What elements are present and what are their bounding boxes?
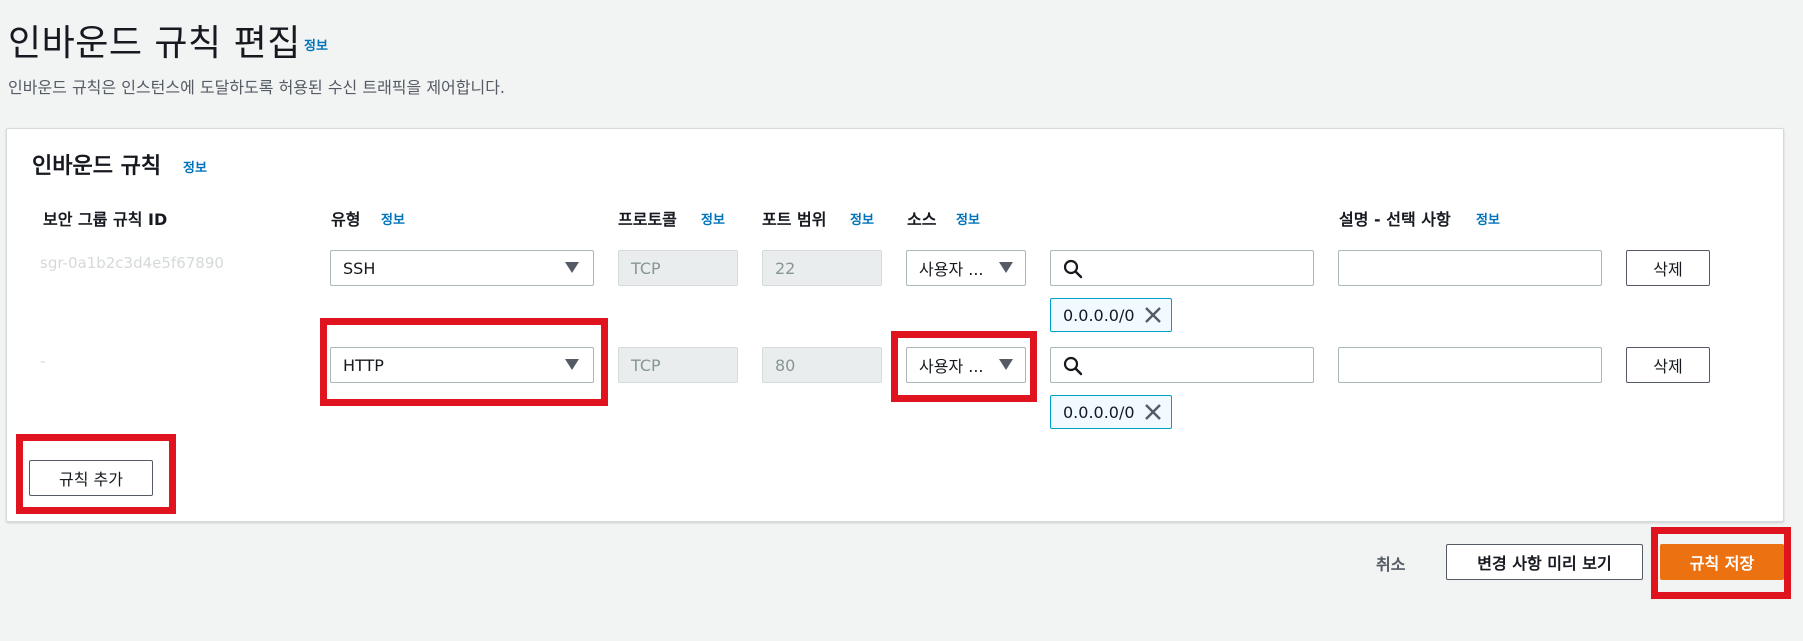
source-select-2[interactable]: 사용자 ... (906, 347, 1026, 383)
column-header-rule-id: 보안 그룹 규칙 ID (43, 210, 168, 229)
description-input-2[interactable] (1338, 347, 1602, 383)
type-select-1[interactable]: SSH (330, 250, 594, 286)
port-info-link[interactable]: 정보 (850, 209, 874, 228)
caret-down-icon (565, 262, 579, 273)
search-icon (1063, 259, 1083, 279)
source-select-value: 사용자 ... (919, 357, 984, 376)
close-icon[interactable] (1143, 402, 1163, 422)
caret-down-icon (999, 262, 1013, 273)
type-info-link[interactable]: 정보 (381, 209, 405, 228)
cidr-token-1: 0.0.0.0/0 (1050, 298, 1172, 332)
column-header-source: 소스 (907, 210, 937, 229)
source-cidr-search-2[interactable] (1050, 347, 1314, 383)
caret-down-icon (999, 359, 1013, 370)
description-input-1[interactable] (1338, 250, 1602, 286)
source-select-value: 사용자 ... (919, 260, 984, 279)
inbound-rules-panel (6, 128, 1784, 522)
type-select-2[interactable]: HTTP (330, 347, 594, 383)
preview-changes-button[interactable]: 변경 사항 미리 보기 (1446, 544, 1643, 580)
rule-id-value: - (40, 352, 46, 370)
caret-down-icon (565, 359, 579, 370)
cancel-button[interactable]: 취소 (1376, 551, 1405, 575)
port-field-1: 22 (762, 250, 882, 286)
cidr-token-value: 0.0.0.0/0 (1063, 305, 1135, 325)
description-info-link[interactable]: 정보 (1476, 209, 1500, 228)
cidr-token-2: 0.0.0.0/0 (1050, 395, 1172, 429)
panel-title: 인바운드 규칙 (32, 154, 162, 179)
type-select-value: HTTP (343, 355, 384, 375)
column-header-type: 유형 (331, 210, 361, 229)
delete-rule-button-2[interactable]: 삭제 (1626, 347, 1710, 383)
add-rule-button[interactable]: 규칙 추가 (29, 460, 153, 496)
close-icon[interactable] (1143, 305, 1163, 325)
save-rules-button[interactable]: 규칙 저장 (1660, 544, 1784, 580)
protocol-field-2: TCP (618, 347, 738, 383)
page-info-link[interactable]: 정보 (304, 35, 328, 54)
source-cidr-search-1[interactable] (1050, 250, 1314, 286)
column-header-protocol: 프로토콜 (618, 210, 677, 229)
cidr-token-value: 0.0.0.0/0 (1063, 402, 1135, 422)
column-header-port-range: 포트 범위 (762, 210, 827, 229)
source-select-1[interactable]: 사용자 ... (906, 250, 1026, 286)
page-description: 인바운드 규칙은 인스턴스에 도달하도록 허용된 수신 트래픽을 제어합니다. (8, 78, 506, 97)
port-field-2: 80 (762, 347, 882, 383)
type-select-value: SSH (343, 258, 376, 278)
panel-info-link[interactable]: 정보 (183, 157, 207, 176)
search-icon (1063, 356, 1083, 376)
rule-id-value: sgr-0a1b2c3d4e5f67890 (40, 254, 224, 272)
protocol-info-link[interactable]: 정보 (701, 209, 725, 228)
source-info-link[interactable]: 정보 (956, 209, 980, 228)
delete-rule-button-1[interactable]: 삭제 (1626, 250, 1710, 286)
protocol-field-1: TCP (618, 250, 738, 286)
page-title: 인바운드 규칙 편집 (8, 23, 301, 64)
column-header-description: 설명 - 선택 사항 (1339, 210, 1451, 229)
